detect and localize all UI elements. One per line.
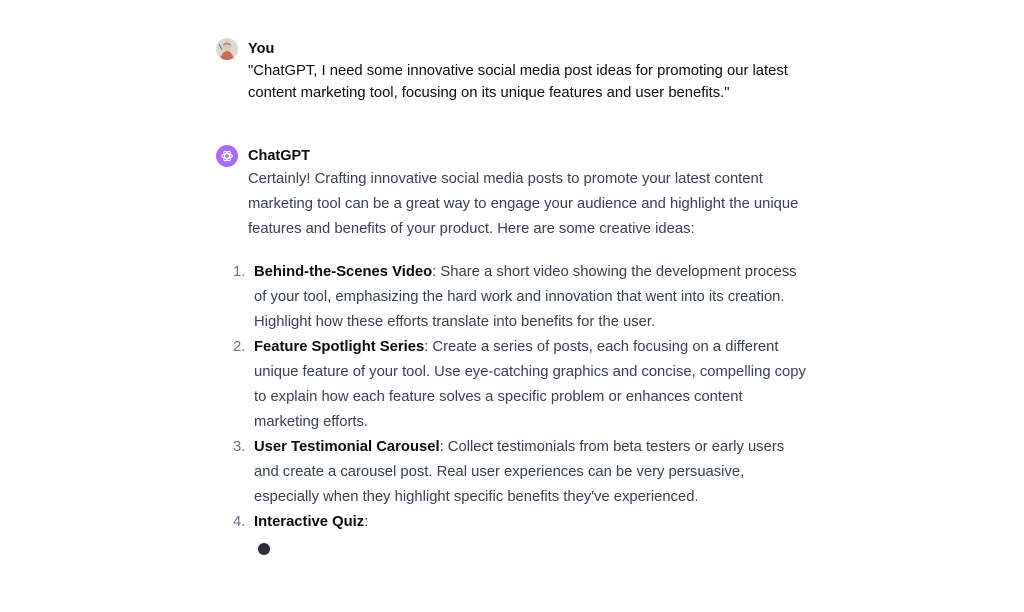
list-item-title: Feature Spotlight Series [254, 339, 425, 355]
list-item-number: 1. [233, 264, 246, 280]
user-message-text: "ChatGPT, I need some innovative social … [248, 63, 788, 101]
assistant-author-name: ChatGPT [248, 148, 311, 164]
list-item-body: : [364, 514, 369, 530]
assistant-message-body: Certainly! Crafting innovative social me… [233, 167, 808, 535]
list-item-title: User Testimonial Carousel [254, 439, 440, 455]
list-item: 2. Feature Spotlight Series: Create a ser… [233, 335, 808, 435]
openai-logo-icon [216, 145, 238, 167]
list-item: 4. Interactive Quiz: [233, 510, 808, 535]
list-item-title: Interactive Quiz [254, 514, 365, 530]
chat-thread: You "ChatGPT, I need some innovative soc… [0, 0, 1024, 612]
list-item: 3. User Testimonial Carousel: Collect tes… [233, 435, 808, 510]
user-avatar-icon [216, 38, 238, 60]
user-author-name: You [248, 41, 275, 57]
list-item-number: 3. [233, 439, 246, 455]
list-item-number: 4. [233, 514, 246, 530]
list-item: 1. Behind-the-Scenes Video: Share a short… [233, 260, 808, 335]
ideas-list: 1. Behind-the-Scenes Video: Share a short… [233, 260, 808, 535]
assistant-intro-text: Certainly! Crafting innovative social me… [248, 171, 799, 237]
list-item-number: 2. [233, 339, 246, 355]
streaming-cursor-icon [258, 543, 270, 555]
list-item-title: Behind-the-Scenes Video [254, 264, 433, 280]
